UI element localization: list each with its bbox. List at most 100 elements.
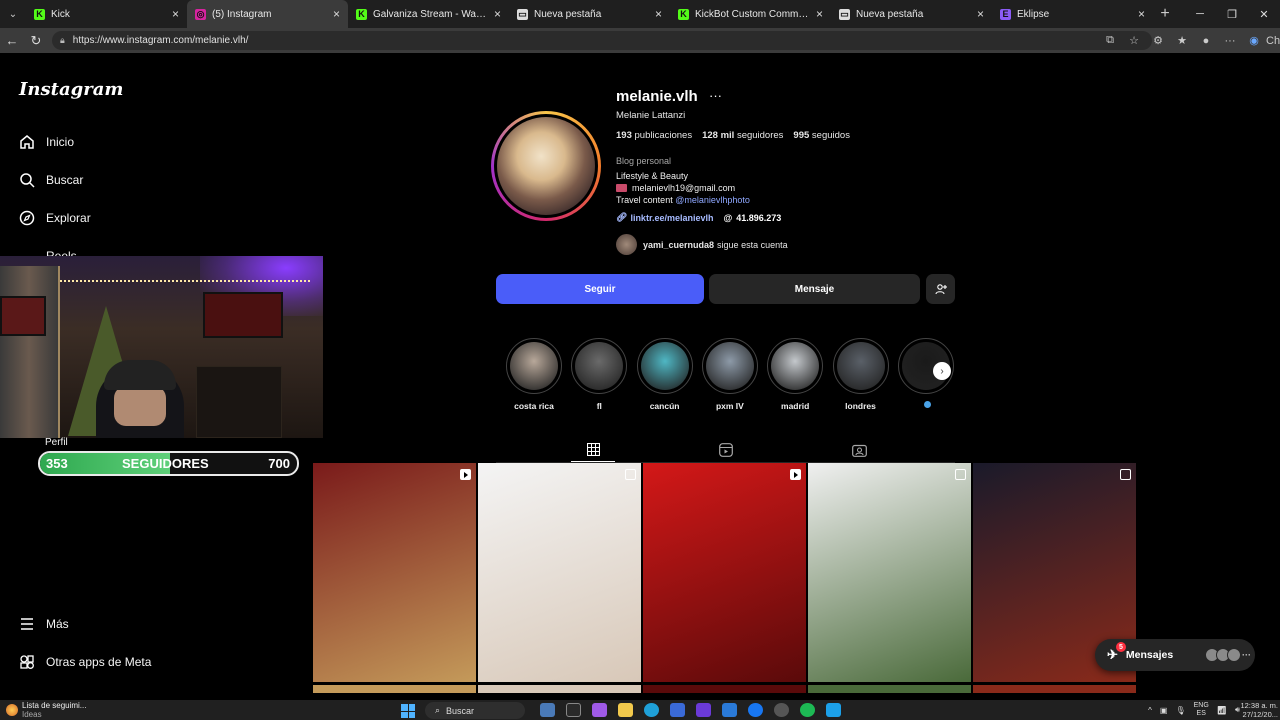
nav-perfil[interactable]: Perfil — [45, 437, 68, 448]
url-field[interactable]: 🔒︎ https://www.instagram.com/melanie.vlh… — [52, 31, 1152, 50]
tab-close-icon[interactable]: × — [977, 7, 984, 21]
favorites-icon[interactable]: ★ — [1170, 34, 1194, 47]
bio-text: Travel content — [616, 195, 676, 205]
story-highlight[interactable]: costa rica — [506, 338, 562, 411]
browser-tab[interactable]: K Galvaniza Stream - Watch Live on × — [348, 0, 509, 28]
story-highlight[interactable]: londres — [832, 338, 889, 411]
tab-reels[interactable] — [704, 438, 748, 462]
app-icon-copilot[interactable] — [592, 703, 607, 717]
tab-actions-menu-icon[interactable]: ⌄ — [0, 0, 26, 28]
more-options-icon[interactable]: ··· — [709, 88, 722, 103]
bio-mention-link[interactable]: @melanievlhphoto — [675, 195, 750, 205]
browser-tab[interactable]: ▭ Nueva pestaña × — [509, 0, 670, 28]
post-thumbnail[interactable] — [478, 463, 641, 682]
app-icon-game[interactable] — [774, 703, 789, 717]
maximize-icon[interactable]: ❐ — [1216, 0, 1248, 28]
profile-avatar-story-ring[interactable] — [491, 111, 601, 221]
grid-icon — [586, 443, 600, 456]
add-user-button[interactable] — [926, 274, 955, 304]
profile-icon[interactable]: ● — [1194, 35, 1218, 47]
nav-inicio[interactable]: Inicio — [18, 133, 74, 151]
site-info-icon[interactable]: 🔒︎ — [60, 35, 65, 46]
post-thumbnail[interactable] — [478, 685, 641, 693]
taskbar-clock[interactable]: 12:38 a. m. 27/12/20... — [1240, 701, 1278, 719]
instagram-logo[interactable]: Instagram — [19, 79, 123, 100]
app-icon-f[interactable] — [826, 703, 841, 717]
tab-close-icon[interactable]: × — [655, 7, 662, 21]
profile-links: 🔗︎ linktr.ee/melanievlh @ 41.896.273 — [616, 212, 781, 223]
post-thumbnail[interactable] — [973, 685, 1136, 693]
volume-icon[interactable]: 🔊︎ — [1235, 705, 1240, 715]
spotify-icon[interactable] — [800, 703, 815, 717]
widgets-icon[interactable] — [6, 704, 18, 716]
settings-more-icon[interactable]: ··· — [1218, 35, 1242, 47]
windows-taskbar: Lista de seguimi... Ideas ⌕ Buscar ^ ▣ 🎙… — [0, 700, 1280, 720]
highlight-label: costa rica — [514, 401, 554, 411]
tab-close-icon[interactable]: × — [333, 7, 340, 21]
post-thumbnail[interactable] — [313, 685, 476, 693]
tab-favicon-icon: ▭ — [839, 8, 850, 20]
browser-tab[interactable]: K KickBot Custom Commands × — [670, 0, 831, 28]
windows-start-icon[interactable] — [401, 704, 415, 718]
edge-icon[interactable] — [644, 703, 659, 717]
minimize-icon[interactable]: ─ — [1184, 0, 1216, 28]
wifi-icon[interactable]: 📶︎ — [1217, 706, 1227, 715]
extensions-icon[interactable]: ⚙ — [1146, 34, 1170, 47]
followers-stat[interactable]: 128 mil seguidores — [702, 130, 783, 141]
nav-meta-apps[interactable]: Otras apps de Meta — [18, 653, 151, 671]
browser-tab[interactable]: E Eklipse × — [992, 0, 1153, 28]
followed-by[interactable]: yami_cuernuda8 sigue esta cuenta — [616, 234, 788, 255]
tab-tagged[interactable] — [837, 438, 881, 462]
highlight-label: londres — [845, 401, 876, 411]
open-in-app-icon[interactable]: ⧉ — [1098, 34, 1122, 47]
taskbar-search[interactable]: ⌕ Buscar — [425, 702, 525, 719]
tab-close-icon[interactable]: × — [172, 7, 179, 21]
new-tab-button[interactable]: + — [1153, 0, 1177, 28]
highlight-label: madrid — [781, 401, 810, 411]
post-thumbnail[interactable] — [808, 685, 971, 693]
story-highlight[interactable]: fl — [571, 338, 628, 411]
story-highlight[interactable]: pxm IV — [701, 338, 758, 411]
browser-tab[interactable]: ◎ (5) Instagram × — [187, 0, 348, 28]
chevron-up-icon[interactable]: ^ — [1148, 706, 1152, 715]
store-icon[interactable] — [670, 703, 685, 717]
nav-mas[interactable]: Más — [18, 615, 69, 633]
app-icon-task-view[interactable] — [540, 703, 555, 717]
microphone-icon[interactable]: 🎙︎ — [1175, 706, 1185, 715]
mail-icon[interactable] — [722, 703, 737, 717]
copilot-icon[interactable]: ◉ — [1242, 34, 1266, 47]
facebook-icon[interactable] — [748, 703, 763, 717]
nav-explorar[interactable]: Explorar — [18, 209, 91, 227]
nav-buscar[interactable]: Buscar — [18, 171, 83, 189]
message-button[interactable]: Mensaje — [709, 274, 920, 304]
app-icon-files[interactable] — [566, 703, 581, 717]
follow-button[interactable]: Seguir — [496, 274, 704, 304]
language-indicator[interactable]: ENG ES — [1194, 702, 1209, 718]
tab-close-icon[interactable]: × — [1138, 7, 1145, 21]
tray-app-icon[interactable]: ▣ — [1160, 706, 1168, 715]
message-avatars — [1205, 648, 1241, 662]
tab-posts[interactable] — [571, 438, 615, 462]
browser-tab[interactable]: ▭ Nueva pestaña × — [831, 0, 992, 28]
browser-tab[interactable]: K Kick × — [26, 0, 187, 28]
threads-link[interactable]: @ 41.896.273 — [723, 213, 781, 223]
tab-close-icon[interactable]: × — [816, 7, 823, 21]
messages-button[interactable]: ✈ 5 Mensajes ··· — [1095, 639, 1255, 671]
following-stat[interactable]: 995 seguidos — [793, 130, 850, 141]
post-thumbnail[interactable] — [313, 463, 476, 682]
app-icon-purple[interactable] — [696, 703, 711, 717]
story-highlight[interactable]: cancún — [636, 338, 693, 411]
tab-close-icon[interactable]: × — [494, 7, 501, 21]
story-highlight[interactable]: madrid — [767, 338, 824, 411]
favorite-star-icon[interactable]: ☆ — [1122, 34, 1146, 47]
post-thumbnail[interactable] — [643, 685, 806, 693]
widgets-news[interactable]: Lista de seguimi... Ideas — [22, 701, 86, 719]
post-thumbnail[interactable] — [808, 463, 971, 682]
file-explorer-icon[interactable] — [618, 703, 633, 717]
close-window-icon[interactable]: ✕ — [1248, 0, 1280, 28]
reload-icon[interactable]: ↻ — [24, 28, 48, 53]
external-link[interactable]: 🔗︎ linktr.ee/melanievlh — [616, 212, 713, 223]
post-thumbnail[interactable] — [643, 463, 806, 682]
back-icon[interactable]: ← — [0, 28, 24, 53]
chevron-right-icon[interactable]: › — [933, 362, 951, 380]
